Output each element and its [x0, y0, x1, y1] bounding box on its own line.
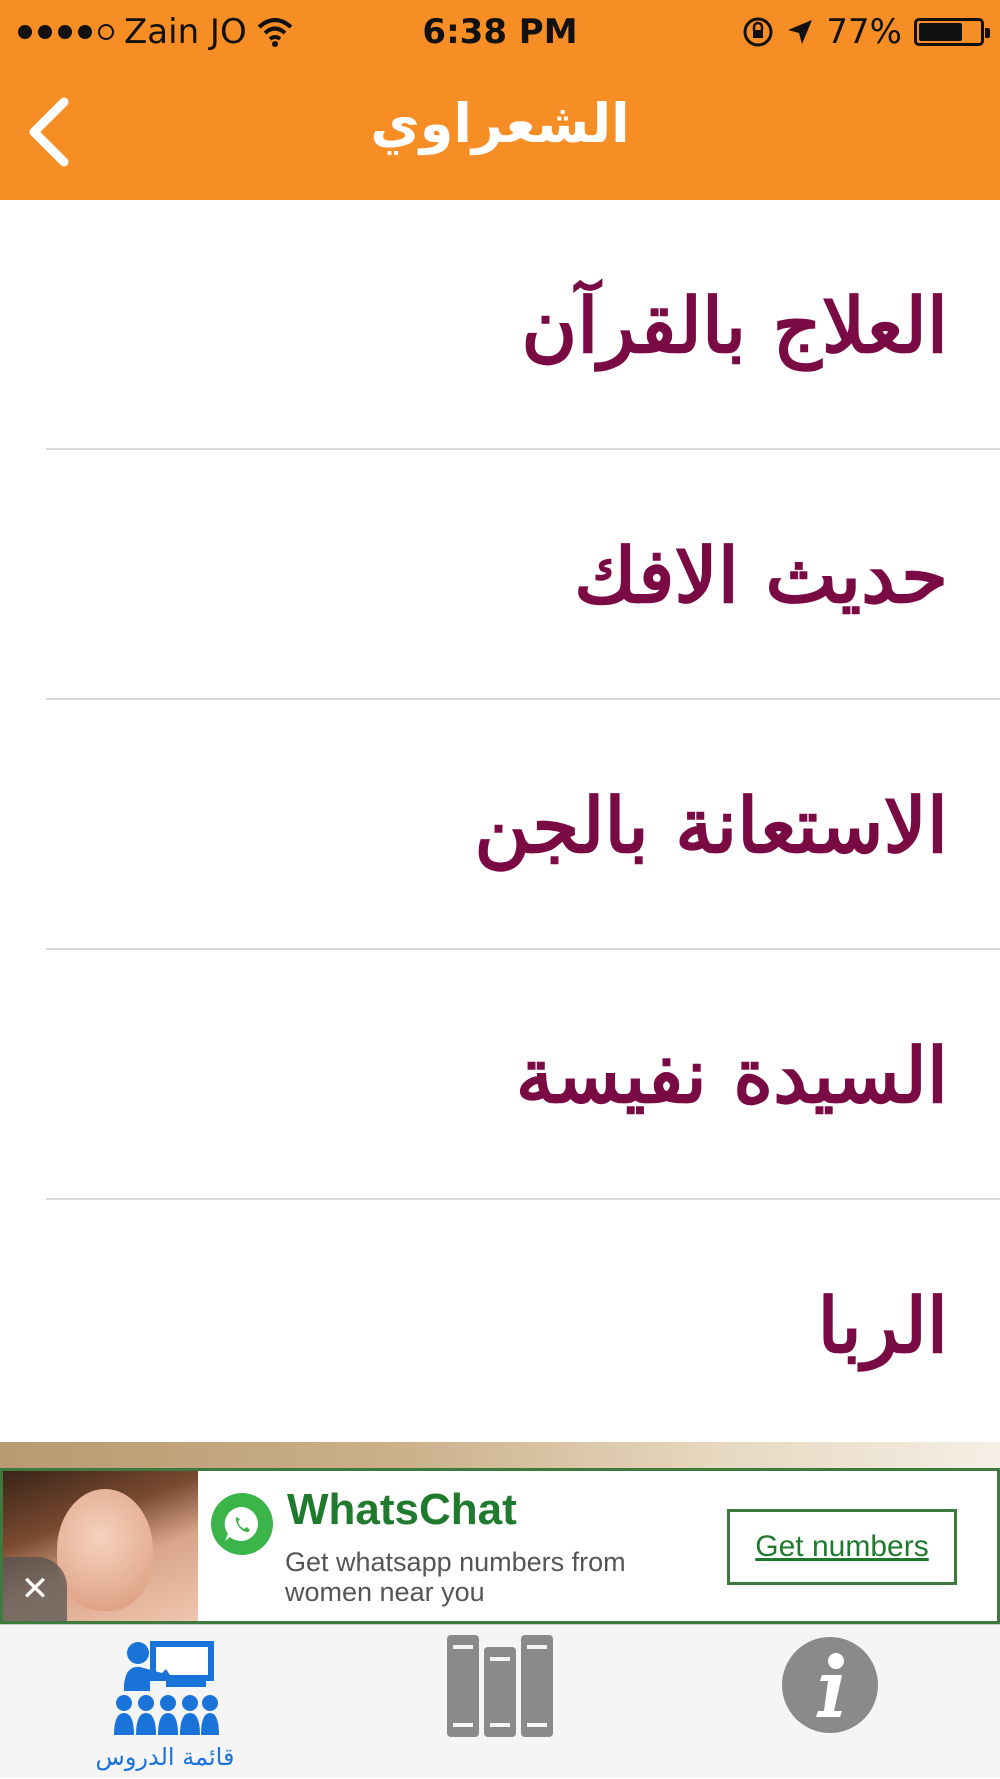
status-bar: Zain JO 6:38 PM 77%	[0, 0, 1000, 64]
battery-icon	[914, 18, 990, 46]
tab-library[interactable]	[430, 1625, 570, 1779]
lesson-label: الربا	[817, 1280, 948, 1370]
lesson-label: الاستعانة بالجن	[474, 780, 948, 870]
lesson-list-icon	[114, 1641, 219, 1735]
list-item[interactable]: حديث الافك	[0, 450, 1000, 700]
list-item[interactable]: الربا	[0, 1200, 1000, 1450]
list-item[interactable]: العلاج بالقرآن	[0, 200, 1000, 450]
info-icon	[782, 1637, 878, 1733]
location-arrow-icon	[788, 20, 813, 44]
navigation-bar: الشعراوي	[0, 64, 1000, 200]
page-title: الشعراوي	[370, 92, 630, 155]
get-numbers-button[interactable]: Get numbers	[727, 1509, 957, 1585]
list-item[interactable]: السيدة نفيسة	[0, 950, 1000, 1200]
orientation-lock-icon	[743, 17, 773, 47]
whatsapp-icon	[211, 1493, 273, 1555]
background-strip	[0, 1442, 1000, 1468]
battery-fill	[919, 23, 963, 41]
ad-banner[interactable]: ✕ WhatsChat Get whatsapp numbers from wo…	[0, 1468, 1000, 1624]
lesson-list: العلاج بالقرآن حديث الافك الاستعانة بالج…	[0, 200, 1000, 1450]
tab-label: قائمة الدروس	[95, 1743, 235, 1771]
top-bar: Zain JO 6:38 PM 77% الشعراوي	[0, 0, 1000, 200]
battery-percent: 77%	[826, 12, 902, 52]
lesson-label: السيدة نفيسة	[515, 1030, 948, 1120]
library-books-icon	[447, 1635, 553, 1737]
ad-face	[57, 1489, 153, 1611]
tab-lesson-list[interactable]: قائمة الدروس	[90, 1625, 240, 1779]
lesson-label: حديث الافك	[574, 530, 948, 620]
status-right: 77%	[742, 10, 990, 54]
tab-info[interactable]	[770, 1625, 890, 1779]
lesson-label: العلاج بالقرآن	[521, 280, 948, 370]
ad-description: Get whatsapp numbers from women near you	[285, 1547, 626, 1607]
tab-bar: قائمة الدروس	[0, 1624, 1000, 1778]
list-item[interactable]: الاستعانة بالجن	[0, 700, 1000, 950]
close-icon[interactable]: ✕	[3, 1557, 67, 1621]
ad-title: WhatsChat	[287, 1485, 517, 1534]
